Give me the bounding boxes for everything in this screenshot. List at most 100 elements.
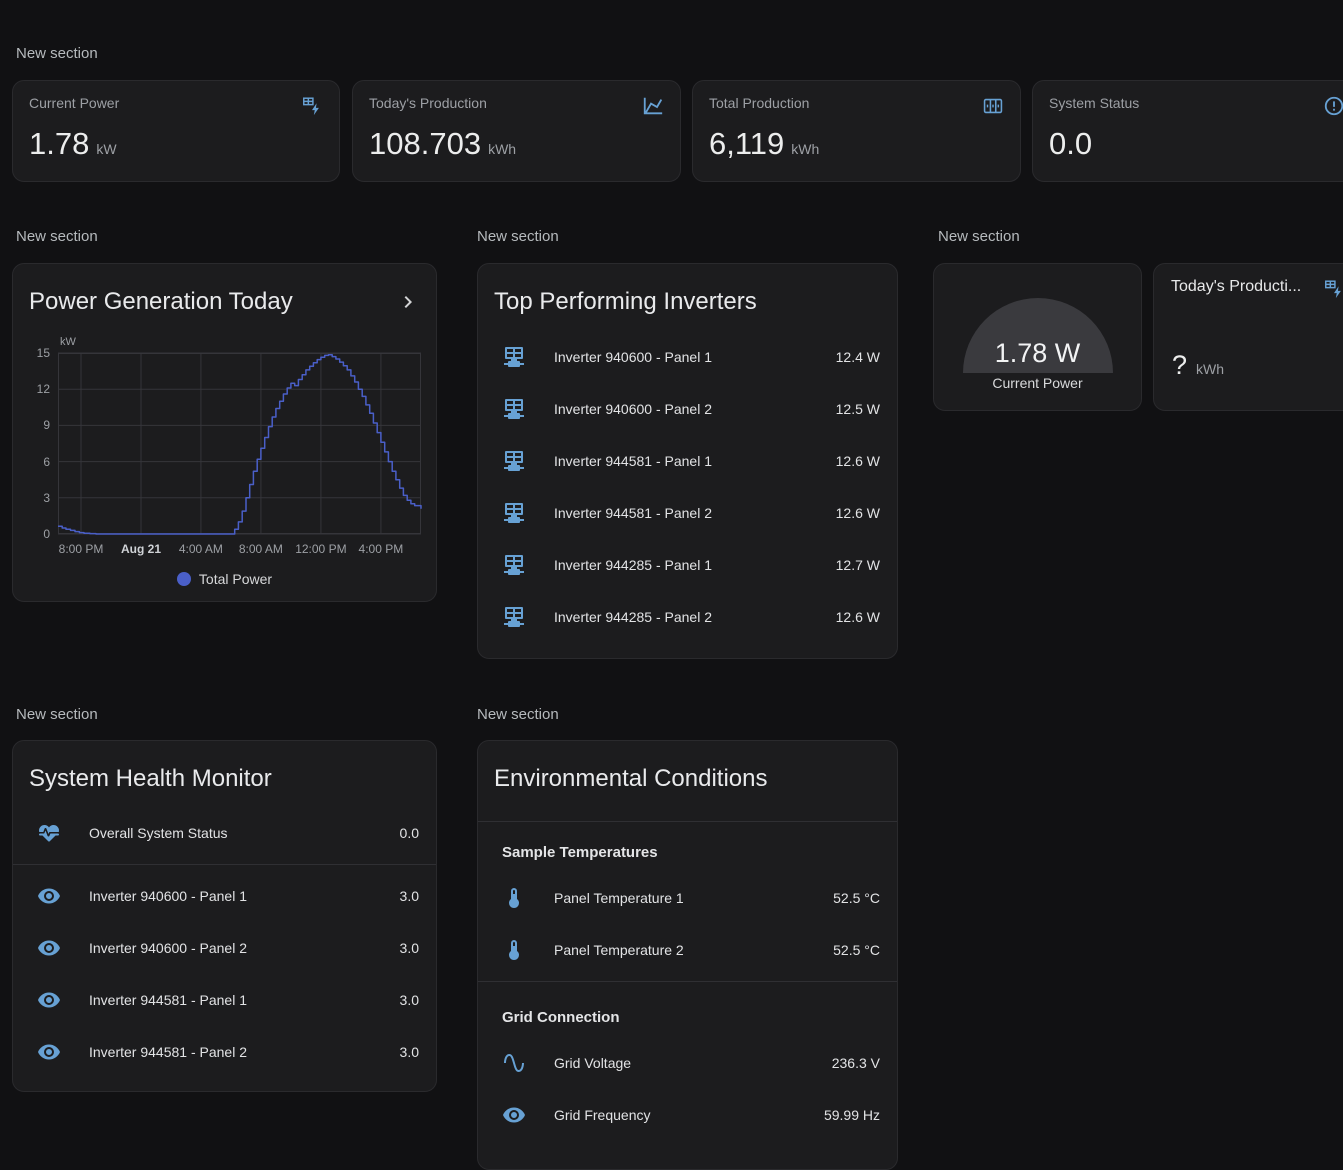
list-item-label: Inverter 940600 - Panel 1 <box>89 888 400 904</box>
list-item[interactable]: Inverter 944285 - Panel 2 12.6 W <box>478 591 897 643</box>
list-item-label: Inverter 944581 - Panel 1 <box>89 992 400 1008</box>
chart-legend[interactable]: Total Power <box>13 571 436 587</box>
divider <box>478 981 897 982</box>
solar-panel-icon <box>502 397 526 421</box>
solar-panel-icon <box>502 605 526 629</box>
chart-series-line <box>58 355 421 534</box>
stat-card-header: Current Power <box>29 95 323 117</box>
stat-unit: kWh <box>488 141 516 157</box>
list-item[interactable]: Inverter 940600 - Panel 2 3.0 <box>13 922 436 974</box>
mini-card-header: Today's Producti... <box>1171 278 1343 300</box>
divider <box>13 864 436 865</box>
power-chart[interactable]: kW 03691215 8:00 PMAug 214:00 AM8:00 AM1… <box>58 353 421 534</box>
gauge-label: Current Power <box>934 375 1141 391</box>
list-item-value: 12.7 W <box>836 557 880 573</box>
list-item[interactable]: Inverter 944581 - Panel 2 12.6 W <box>478 487 897 539</box>
stat-value: 6,119 <box>709 126 784 162</box>
solar-power-icon <box>1323 278 1343 300</box>
card-title: Power Generation Today <box>29 288 293 316</box>
list-item-label: Inverter 940600 - Panel 1 <box>554 349 836 365</box>
group-heading: Sample Temperatures <box>478 822 897 861</box>
thermometer-icon <box>502 938 526 962</box>
mini-value: ? <box>1172 350 1187 381</box>
list-item[interactable]: Inverter 944285 - Panel 1 12.7 W <box>478 539 897 591</box>
y-tick-label: 3 <box>43 491 50 505</box>
system-health-card: System Health Monitor Overall System Sta… <box>12 740 437 1092</box>
stat-value-row: 108.703 kWh <box>369 126 664 162</box>
y-tick-label: 12 <box>37 382 50 396</box>
list-item[interactable]: Grid Frequency 59.99 Hz <box>478 1089 897 1141</box>
legend-label: Total Power <box>199 571 272 587</box>
list-item-value: 3.0 <box>400 992 419 1008</box>
stat-title: Today's Production <box>369 95 487 111</box>
stat-title: Current Power <box>29 95 119 111</box>
card-header: Top Performing Inverters <box>478 264 897 331</box>
environmental-conditions-card: Environmental Conditions Sample Temperat… <box>477 740 898 1170</box>
list-item-value: 59.99 Hz <box>824 1107 880 1123</box>
x-tick-label: 8:00 AM <box>239 542 283 556</box>
list-item[interactable]: Inverter 940600 - Panel 1 12.4 W <box>478 331 897 383</box>
todays-production-mini-card[interactable]: Today's Producti... ? kWh <box>1153 263 1343 411</box>
stat-card-header: Today's Production <box>369 95 664 117</box>
list-item[interactable]: Inverter 940600 - Panel 2 12.5 W <box>478 383 897 435</box>
sine-wave-icon <box>502 1051 526 1075</box>
list-item[interactable]: Overall System Status 0.0 <box>13 807 436 859</box>
list-item-value: 236.3 V <box>832 1055 880 1071</box>
list-item-label: Inverter 944581 - Panel 2 <box>89 1044 400 1060</box>
list-item[interactable]: Inverter 944581 - Panel 1 12.6 W <box>478 435 897 487</box>
stat-value-row: 1.78 kW <box>29 126 323 162</box>
y-tick-label: 0 <box>43 527 50 541</box>
list-item-label: Inverter 944581 - Panel 1 <box>554 453 836 469</box>
solar-panel-icon <box>502 449 526 473</box>
list-item-value: 3.0 <box>400 888 419 904</box>
list-item[interactable]: Inverter 944581 - Panel 1 3.0 <box>13 974 436 1026</box>
stat-card-header: Total Production <box>709 95 1004 117</box>
group-heading: Grid Connection <box>478 987 897 1026</box>
stat-title: Total Production <box>709 95 809 111</box>
list-item-label: Overall System Status <box>89 825 400 841</box>
section-label: New section <box>938 228 1020 245</box>
gauge-card-current-power[interactable]: 1.78 W Current Power <box>933 263 1142 411</box>
stat-card-todays-production[interactable]: Today's Production 108.703 kWh <box>352 80 681 182</box>
eye-icon <box>37 1040 61 1064</box>
section-label: New section <box>16 228 98 245</box>
list-item-label: Inverter 940600 - Panel 2 <box>89 940 400 956</box>
list-item[interactable]: Panel Temperature 1 52.5 °C <box>478 872 897 924</box>
section-label: New section <box>16 706 98 723</box>
stat-card-total-production[interactable]: Total Production 6,119 kWh <box>692 80 1021 182</box>
stat-card-system-status[interactable]: System Status 0.0 <box>1032 80 1343 182</box>
list-item-value: 12.6 W <box>836 505 880 521</box>
list-item-label: Grid Voltage <box>554 1055 832 1071</box>
x-tick-label: 4:00 AM <box>179 542 223 556</box>
list-item[interactable]: Inverter 940600 - Panel 1 3.0 <box>13 870 436 922</box>
card-header[interactable]: Power Generation Today <box>13 264 436 316</box>
list-item-label: Panel Temperature 1 <box>554 890 833 906</box>
list-item[interactable]: Inverter 944581 - Panel 2 3.0 <box>13 1026 436 1078</box>
solar-panel-icon <box>502 345 526 369</box>
chart-line-icon <box>642 95 664 117</box>
chevron-right-icon[interactable] <box>396 290 420 314</box>
mini-value-row: ? kWh <box>1172 350 1224 381</box>
stat-card-current-power[interactable]: Current Power 1.78 kW <box>12 80 340 182</box>
y-tick-label: 6 <box>43 455 50 469</box>
list-item-label: Inverter 944285 - Panel 2 <box>554 609 836 625</box>
section-label: New section <box>16 45 98 62</box>
eye-icon <box>37 988 61 1012</box>
list-item-value: 52.5 °C <box>833 890 880 906</box>
list-item[interactable]: Panel Temperature 2 52.5 °C <box>478 924 897 976</box>
list-item-value: 52.5 °C <box>833 942 880 958</box>
x-tick-label: 12:00 PM <box>295 542 346 556</box>
list-item-label: Grid Frequency <box>554 1107 824 1123</box>
y-axis-unit: kW <box>60 336 76 348</box>
card-header: Environmental Conditions <box>478 741 897 821</box>
list-item-label: Inverter 944285 - Panel 1 <box>554 557 836 573</box>
list-item-value: 12.4 W <box>836 349 880 365</box>
mini-card-title: Today's Producti... <box>1171 278 1315 296</box>
chart-gridlines <box>58 353 421 534</box>
solar-panel-icon <box>502 553 526 577</box>
list-item[interactable]: Grid Voltage 236.3 V <box>478 1037 897 1089</box>
section-label: New section <box>477 228 559 245</box>
solar-power-icon <box>301 95 323 117</box>
stat-title: System Status <box>1049 95 1139 111</box>
section-label: New section <box>477 706 559 723</box>
